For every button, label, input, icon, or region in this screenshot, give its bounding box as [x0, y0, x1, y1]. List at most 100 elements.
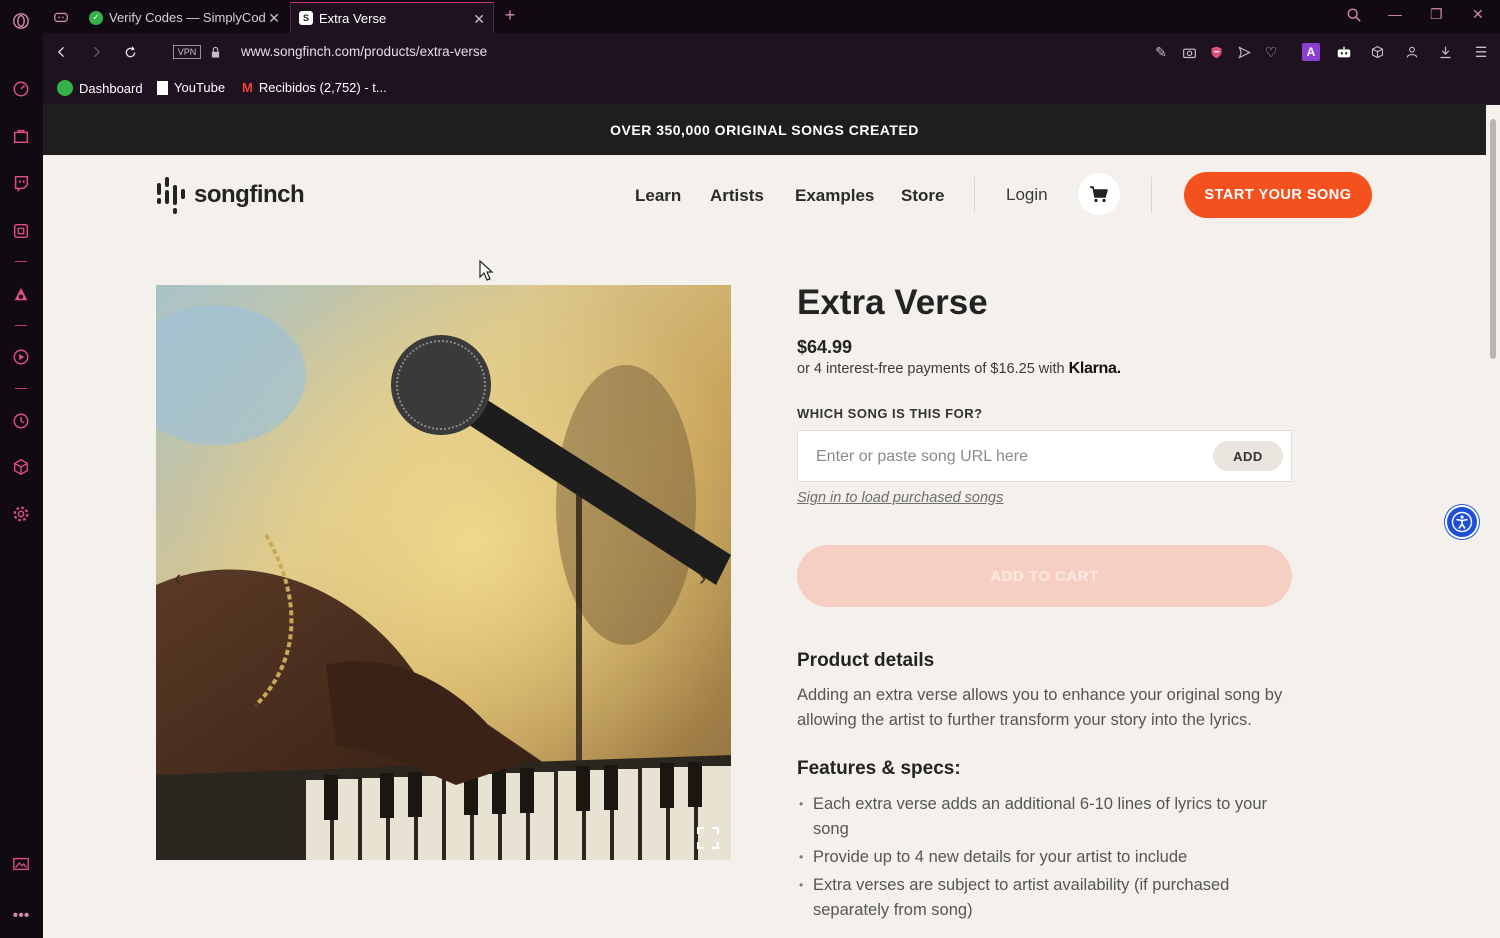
close-tab-icon[interactable]: ✕ — [268, 10, 280, 27]
bookmarks-bar: Dashboard YouTube M Recibidos (2,752) - … — [43, 72, 1500, 105]
simplycodes-favicon-icon: ✓ — [89, 10, 103, 25]
sidebar-divider — [15, 261, 27, 262]
carousel-prev-icon[interactable]: ‹ — [174, 565, 181, 591]
minimize-icon[interactable]: — — [1388, 6, 1402, 22]
product-title: Extra Verse — [797, 283, 988, 322]
heart-icon[interactable]: ♡ — [1262, 43, 1280, 61]
player-icon[interactable] — [10, 346, 32, 368]
extension-a-icon[interactable]: A — [1302, 43, 1320, 61]
song-url-input[interactable] — [816, 445, 1196, 469]
songfinch-logo-icon — [157, 177, 185, 214]
lock-icon[interactable] — [206, 43, 224, 61]
product-image — [156, 285, 731, 860]
address-bar[interactable]: www.songfinch.com/products/extra-verse — [241, 44, 487, 59]
announcement-bar: OVER 350,000 ORIGINAL SONGS CREATED — [43, 105, 1486, 155]
reload-icon[interactable] — [121, 43, 139, 61]
close-tab-icon[interactable]: ✕ — [473, 11, 485, 28]
accessibility-icon — [1451, 511, 1473, 533]
extension-bot-icon[interactable] — [1335, 43, 1353, 61]
login-link[interactable]: Login — [1006, 185, 1048, 205]
tab-bar: ✓ Verify Codes — SimplyCod ✕ S Extra Ver… — [43, 0, 1500, 33]
product-details-heading: Product details — [797, 650, 935, 671]
bookmark-youtube[interactable]: YouTube — [157, 80, 225, 95]
sidebar-divider — [15, 388, 27, 389]
bookmark-dashboard[interactable]: Dashboard — [57, 80, 143, 96]
accessibility-button[interactable] — [1445, 505, 1479, 539]
tab-title: Verify Codes — SimplyCod — [109, 10, 266, 25]
logo-text: songfinch — [194, 181, 305, 208]
bookmark-gmail[interactable]: M Recibidos (2,752) - t... — [242, 80, 387, 95]
nav-divider — [974, 177, 975, 213]
carousel-next-icon[interactable]: › — [699, 565, 706, 591]
box-icon[interactable] — [1368, 43, 1386, 61]
close-window-icon[interactable]: ✕ — [1472, 6, 1484, 23]
cart-icon — [1090, 186, 1108, 203]
nav-store[interactable]: Store — [901, 186, 944, 206]
product-price: $64.99 — [797, 337, 853, 357]
mouse-cursor-icon — [479, 260, 494, 281]
klarna-installments: or 4 interest-free payments of $16.25 wi… — [797, 360, 1121, 378]
aria-icon[interactable] — [10, 283, 32, 305]
songfinch-logo[interactable]: songfinch — [156, 175, 305, 215]
cart-button[interactable] — [1078, 173, 1120, 215]
download-icon[interactable] — [1436, 43, 1454, 61]
tab-verify-codes[interactable]: ✓ Verify Codes — SimplyCod ✕ — [81, 2, 288, 33]
sign-in-link[interactable]: Sign in to load purchased songs — [797, 490, 1003, 506]
profile-icon[interactable] — [1403, 43, 1421, 61]
tab-extra-verse[interactable]: S Extra Verse ✕ — [290, 2, 494, 33]
send-icon[interactable] — [1235, 43, 1253, 61]
dashboard-favicon-icon — [57, 80, 73, 96]
start-your-song-button[interactable]: START YOUR SONG — [1184, 172, 1372, 218]
back-icon[interactable] — [53, 43, 71, 61]
opera-logo-icon[interactable] — [10, 10, 32, 32]
bookmark-label: Dashboard — [79, 80, 143, 96]
bookmark-label: Recibidos (2,752) - t... — [258, 80, 387, 95]
gmail-icon: M — [242, 80, 253, 95]
cube-icon[interactable] — [10, 456, 32, 478]
klarna-logo: Klarna. — [1068, 360, 1121, 377]
sidebar-divider — [15, 325, 27, 326]
address-toolbar: VPN www.songfinch.com/products/extra-ver… — [43, 33, 1500, 72]
camera-icon[interactable] — [1180, 43, 1198, 61]
product-image-carousel[interactable]: ‹ › — [156, 285, 731, 860]
add-to-cart-button[interactable]: ADD TO CART — [797, 545, 1292, 607]
more-options-icon[interactable]: ••• — [10, 905, 32, 927]
product-details-text: Adding an extra verse allows you to enha… — [797, 686, 1283, 729]
history-icon[interactable] — [10, 410, 32, 432]
song-question-label: WHICH SONG IS THIS FOR? — [797, 406, 983, 421]
restore-icon[interactable]: ❐ — [1430, 6, 1443, 23]
bookmark-label: YouTube — [174, 80, 226, 95]
nav-examples[interactable]: Examples — [795, 186, 874, 206]
list-item: Each extra verse adds an additional 6-10… — [797, 792, 1297, 842]
klarna-text: or 4 interest-free payments of $16.25 wi… — [797, 361, 1065, 377]
list-item: Extra verses are subject to artist avail… — [797, 873, 1297, 923]
new-tab-icon[interactable]: + — [501, 5, 519, 25]
twitch-icon[interactable] — [10, 172, 32, 194]
nav-artists[interactable]: Artists — [710, 186, 764, 206]
songfinch-favicon-icon: S — [299, 11, 313, 25]
easy-setup-menu-icon[interactable]: ☰ — [1472, 43, 1490, 61]
nav-learn[interactable]: Learn — [635, 186, 681, 206]
features-heading: Features & specs: — [797, 758, 961, 779]
vpn-badge[interactable]: VPN — [173, 45, 201, 59]
workspaces-icon[interactable] — [52, 8, 70, 26]
song-url-field: ADD — [797, 430, 1292, 482]
list-item: Provide up to 4 new details for your art… — [797, 845, 1297, 870]
page-scrollbar[interactable] — [1486, 105, 1500, 938]
browser-sidebar: ••• — [0, 0, 43, 938]
forward-icon[interactable] — [87, 43, 105, 61]
shopping-bag-icon[interactable] — [10, 125, 32, 147]
edit-icon[interactable]: ✎ — [1152, 43, 1170, 61]
speed-dial-icon[interactable] — [10, 78, 32, 100]
nav-divider — [1151, 177, 1152, 213]
features-list: Each extra verse adds an additional 6-10… — [797, 792, 1297, 926]
search-tabs-icon[interactable] — [1345, 6, 1363, 24]
fullscreen-icon[interactable] — [697, 827, 719, 849]
gallery-icon[interactable] — [10, 853, 32, 875]
tab-title: Extra Verse — [319, 10, 387, 26]
add-song-button[interactable]: ADD — [1213, 441, 1283, 471]
adblock-shield-icon[interactable] — [1207, 43, 1225, 61]
settings-gear-icon[interactable] — [10, 503, 32, 525]
scrollbar-thumb[interactable] — [1490, 119, 1496, 359]
extensions-icon[interactable] — [10, 220, 32, 242]
